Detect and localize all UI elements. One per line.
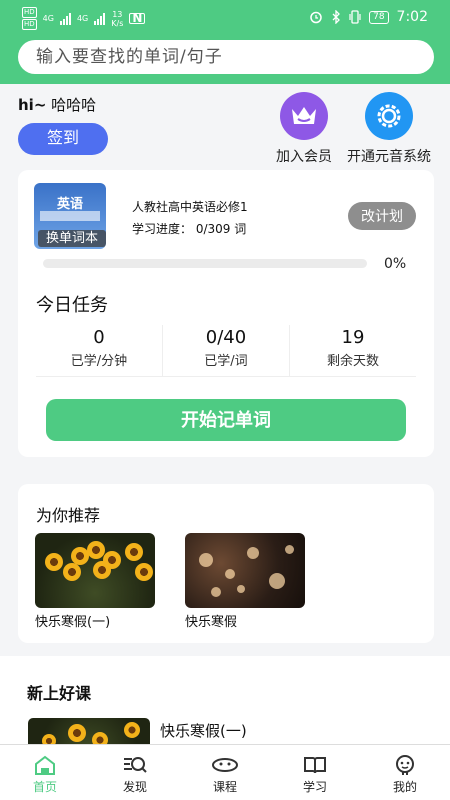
battery-level: 78 (369, 10, 389, 24)
bluetooth-icon (332, 10, 341, 24)
signal-icon-2 (94, 12, 106, 25)
join-vip-label: 加入会员 (276, 149, 332, 165)
greeting-prefix: hi~ (18, 96, 47, 114)
study-icon (304, 757, 326, 774)
hd-tag-2: HD (22, 19, 37, 30)
signal-icon (59, 12, 71, 25)
study-progress-value: 0/309 词 (195, 222, 247, 236)
stat-label: 剩余天数 (326, 354, 379, 369)
network-type-2: 4G (76, 14, 89, 23)
net-speed: 13 K/s (111, 10, 123, 28)
new-courses-title: 新上好课 (27, 684, 92, 703)
book-cover-stripe (40, 211, 100, 221)
status-bar: HD HD 4G 4G 13 K/s N 78 7:02 (0, 0, 450, 36)
nfc-icon: N (129, 12, 146, 24)
stat-words: 0/40 已学/词 (163, 325, 290, 376)
alarm-icon (310, 11, 322, 24)
edit-plan-button[interactable]: 改计划 (348, 202, 416, 230)
flowers-thumbnail (35, 533, 155, 608)
user-name: 哈哈哈 (51, 96, 97, 114)
progress-bar (43, 259, 367, 268)
sign-in-button[interactable]: 签到 (18, 123, 108, 155)
progress-percent: 0% (384, 256, 407, 272)
tab-label: 发现 (122, 780, 147, 794)
tab-label: 我的 (392, 780, 417, 794)
clock: 7:02 (396, 9, 428, 25)
new-courses-section: 新上好课 快乐寒假(一) (0, 656, 450, 758)
bottom-tab-bar: 首页 发现 课程 学习 我的 (0, 744, 450, 800)
book-cover-title: 英语 (56, 197, 83, 212)
course-icon (212, 758, 238, 772)
hd-tag-1: HD (22, 7, 37, 18)
net-speed-value: 13 (112, 9, 123, 19)
crown-icon (280, 92, 328, 140)
tab-label: 首页 (32, 780, 57, 794)
network-type-1: 4G (42, 14, 54, 23)
task-stats: 0 已学/分钟 0/40 已学/词 19 剩余天数 (36, 325, 416, 377)
study-plan-card: 英语 换单词本 人教社高中英语必修1 学习进度： 0/309 词 改计划 0% … (18, 170, 434, 457)
stat-label: 已学/分钟 (70, 354, 128, 369)
book-title: 人教社高中英语必修1 (132, 200, 248, 214)
header: 输入要查找的单词/句子 (0, 36, 450, 84)
gear-icon (365, 92, 413, 140)
study-progress: 学习进度： 0/309 词 (132, 220, 246, 237)
vowel-system-button[interactable]: 开通元音系统 (341, 92, 437, 166)
stat-label: 已学/词 (204, 354, 248, 369)
tab-discover[interactable]: 发现 (90, 745, 180, 800)
sparkler-thumbnail (185, 533, 305, 608)
hd-tags: HD HD (22, 7, 37, 30)
stat-days-left: 19 剩余天数 (290, 325, 416, 376)
join-vip-button[interactable]: 加入会员 (256, 92, 352, 166)
recommend-item[interactable]: 快乐寒假 (185, 533, 307, 630)
stat-value: 0/40 (205, 327, 247, 348)
net-speed-unit: K/s (111, 18, 124, 28)
course-name[interactable]: 快乐寒假(一) (160, 720, 247, 741)
discover-icon (124, 757, 147, 773)
tab-course[interactable]: 课程 (180, 745, 270, 800)
recommend-caption: 快乐寒假(一) (35, 615, 111, 630)
stat-value: 19 (341, 327, 365, 348)
status-right: 78 7:02 (309, 9, 428, 25)
recommend-item[interactable]: 快乐寒假(一) (35, 533, 157, 630)
vibrate-icon (349, 10, 361, 24)
recommend-card: 为你推荐 快乐寒假(一) 快乐寒假 (18, 484, 434, 643)
tab-study[interactable]: 学习 (270, 745, 360, 800)
study-progress-label: 学习进度： (132, 222, 193, 236)
start-memorize-button[interactable]: 开始记单词 (46, 399, 406, 441)
stat-value: 0 (93, 327, 105, 348)
change-book-button[interactable]: 换单词本 (38, 230, 106, 247)
tab-home[interactable]: 首页 (0, 745, 90, 800)
recommend-caption: 快乐寒假 (185, 615, 238, 630)
profile-icon (396, 755, 414, 775)
book-cover[interactable]: 英语 换单词本 (34, 183, 106, 249)
stat-minutes: 0 已学/分钟 (36, 325, 163, 376)
home-icon (35, 755, 55, 775)
status-left: HD HD 4G 4G 13 K/s N (22, 7, 146, 30)
today-tasks-title: 今日任务 (36, 295, 108, 316)
recommend-title: 为你推荐 (36, 506, 101, 525)
tab-label: 学习 (302, 780, 327, 794)
tab-label: 课程 (212, 780, 237, 794)
search-input[interactable]: 输入要查找的单词/句子 (18, 40, 434, 74)
greeting: hi~ 哈哈哈 (18, 94, 96, 115)
tab-profile[interactable]: 我的 (360, 745, 450, 800)
vowel-system-label: 开通元音系统 (347, 149, 431, 165)
